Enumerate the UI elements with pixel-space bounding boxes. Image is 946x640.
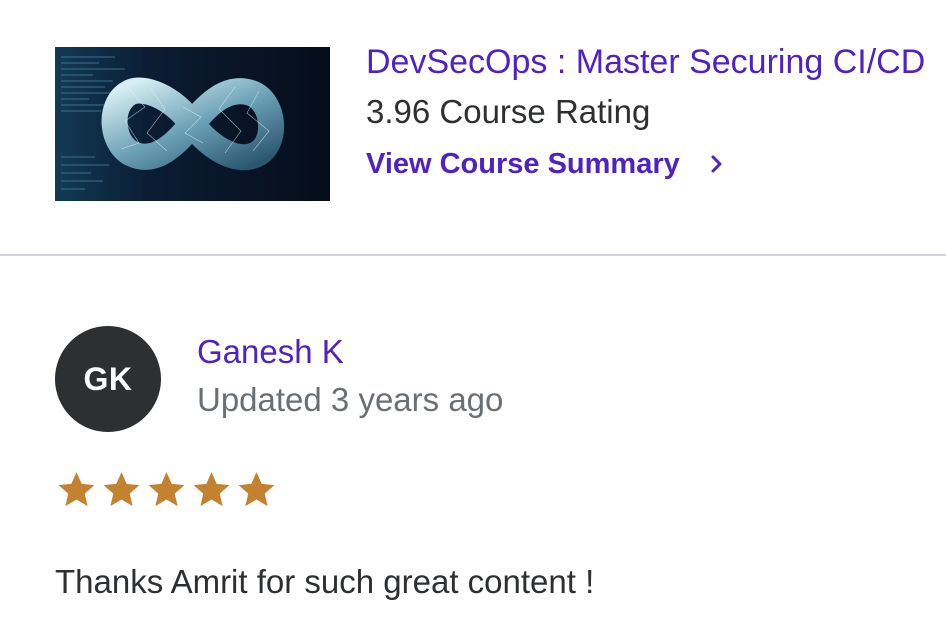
star-icon (58, 472, 95, 507)
star-icon (103, 472, 140, 507)
infinity-devops-icon (55, 47, 330, 201)
course-rating: 3.96 Course Rating (366, 93, 651, 130)
review-comment: Thanks Amrit for such great content ! (55, 563, 595, 600)
course-card: DevSecOps : Master Securing CI/CD 3.96 C… (0, 0, 946, 254)
star-rating (55, 468, 278, 512)
view-course-summary-link[interactable]: View Course Summary (366, 142, 724, 186)
view-course-summary-label: View Course Summary (366, 148, 680, 180)
review-card: GK Ganesh K Updated 3 years ago Thanks A… (0, 256, 946, 640)
star-icon (238, 472, 275, 507)
avatar: GK (55, 326, 161, 432)
star-icon (148, 472, 185, 507)
review-updated-date: Updated 3 years ago (197, 381, 504, 418)
course-title-link[interactable]: DevSecOps : Master Securing CI/CD (366, 40, 925, 84)
chevron-right-icon (711, 155, 722, 173)
course-thumbnail[interactable] (55, 47, 330, 201)
reviewer-name-link[interactable]: Ganesh K (197, 330, 344, 374)
avatar-initials: GK (83, 360, 133, 397)
star-icon (193, 472, 230, 507)
